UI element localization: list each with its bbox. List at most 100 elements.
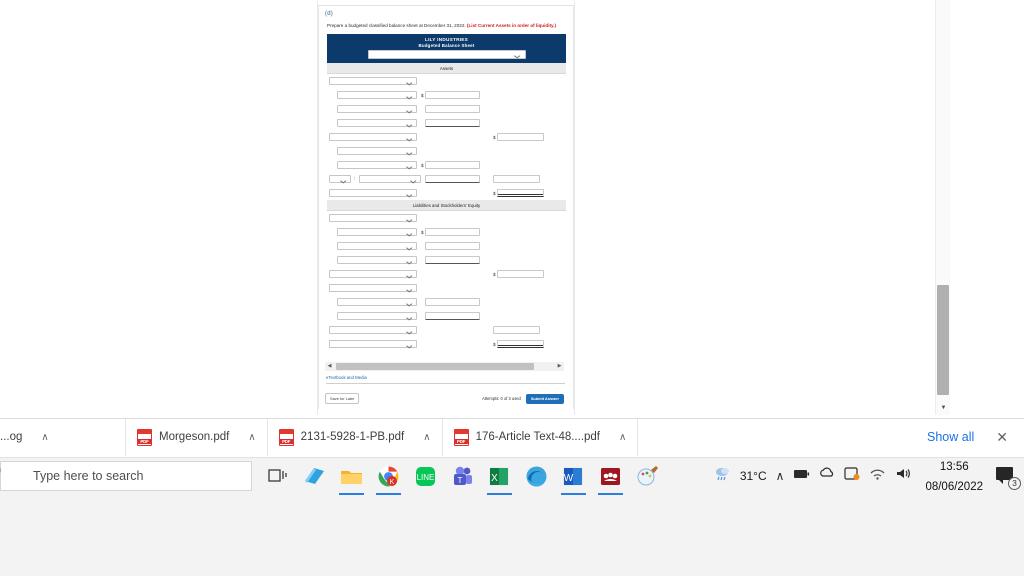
asset-amount-input[interactable] bbox=[425, 91, 480, 100]
total-liabilities-equity-input[interactable] bbox=[497, 340, 544, 349]
asset-account-select[interactable] bbox=[337, 104, 417, 113]
equity-amount-input[interactable] bbox=[425, 298, 480, 307]
sticky-notes-icon[interactable] bbox=[300, 462, 329, 491]
action-center-small-icon[interactable] bbox=[844, 466, 860, 486]
clock-time: 13:56 bbox=[939, 461, 969, 473]
equity-amount-input[interactable] bbox=[425, 312, 480, 321]
download-item[interactable]: 2131-5928-1-PB.pdf ∧ bbox=[268, 418, 443, 456]
microsoft-edge-icon[interactable] bbox=[522, 462, 551, 491]
submit-answer-button[interactable]: Submit Answer bbox=[525, 393, 564, 404]
close-downloads-bar-icon[interactable]: ✕ bbox=[986, 429, 1024, 446]
page-left-margin bbox=[0, 0, 318, 415]
total-assets-select[interactable] bbox=[329, 188, 417, 197]
svg-text:K: K bbox=[390, 479, 395, 486]
liability-amount-input[interactable] bbox=[425, 242, 480, 251]
vertical-scroll-thumb[interactable] bbox=[937, 285, 949, 395]
system-tray: 31°C ∧ 13:56 08/06/2022 3 bbox=[714, 458, 1024, 494]
question-instruction: Prepare a budgeted classified balance sh… bbox=[327, 23, 565, 29]
asset-amount-input[interactable] bbox=[425, 161, 480, 170]
page-right-margin bbox=[574, 0, 950, 415]
liability-amount-input[interactable] bbox=[425, 228, 480, 237]
wifi-icon[interactable] bbox=[869, 467, 886, 485]
table-horizontal-scrollbar[interactable]: ◀ ▶ bbox=[325, 362, 564, 371]
liability-amount-input[interactable] bbox=[425, 256, 480, 265]
download-item[interactable]: ...og ∧ bbox=[0, 418, 126, 456]
onedrive-icon[interactable] bbox=[819, 467, 835, 485]
microsoft-teams-icon[interactable]: T bbox=[448, 462, 477, 491]
liability-account-select[interactable] bbox=[337, 255, 417, 264]
equity-category-select[interactable] bbox=[329, 283, 417, 292]
microsoft-excel-icon[interactable]: X bbox=[485, 462, 514, 495]
question-card-footer: Save for Later Attempts: 0 of 3 used Sub… bbox=[325, 393, 564, 404]
asset-account-select[interactable] bbox=[337, 160, 417, 169]
scroll-left-icon[interactable]: ◀ bbox=[325, 364, 334, 369]
pdf-icon bbox=[453, 428, 469, 446]
total-equity-select[interactable] bbox=[329, 325, 417, 334]
weather-temperature[interactable]: 31°C bbox=[740, 469, 767, 483]
chevron-up-icon[interactable]: ∧ bbox=[423, 432, 430, 443]
chevron-up-icon[interactable]: ∧ bbox=[619, 432, 626, 443]
asset-account-select[interactable] bbox=[337, 146, 417, 155]
cortana-icon[interactable]: ◌ bbox=[0, 462, 2, 477]
browser-viewport: (d) Prepare a budgeted classified balanc… bbox=[0, 0, 964, 415]
paint-icon[interactable] bbox=[633, 462, 662, 491]
google-chrome-icon[interactable]: K bbox=[374, 462, 403, 495]
liability-account-select[interactable] bbox=[337, 227, 417, 236]
etextbook-link[interactable]: eTextbook and Media bbox=[326, 375, 565, 384]
file-explorer-icon[interactable] bbox=[337, 462, 366, 495]
total-liabilities-select[interactable] bbox=[329, 269, 417, 278]
total-liabilities-input[interactable] bbox=[497, 270, 544, 279]
asset-account-select[interactable] bbox=[337, 118, 417, 127]
weather-icon[interactable] bbox=[714, 466, 731, 486]
asset-amount-input[interactable] bbox=[425, 119, 480, 128]
instruction-text: Prepare a budgeted classified balance sh… bbox=[327, 23, 466, 28]
battery-icon[interactable] bbox=[793, 467, 810, 485]
search-input[interactable]: Type here to search bbox=[0, 461, 252, 491]
company-name: LILY INDUSTRIES bbox=[424, 37, 469, 43]
total-assets-input[interactable] bbox=[497, 189, 544, 198]
page-vertical-scrollbar[interactable]: ▼ bbox=[935, 0, 950, 415]
asset-amount-input[interactable] bbox=[425, 175, 480, 184]
pdf-icon bbox=[137, 428, 152, 446]
microsoft-word-icon[interactable]: W bbox=[559, 462, 588, 495]
action-center-icon[interactable]: 3 bbox=[996, 466, 1021, 490]
balance-sheet-date-select[interactable] bbox=[367, 50, 526, 60]
chrome-downloads-bar: ...og ∧ Morgeson.pdf ∧ 2131-5928-1-PB.pd… bbox=[0, 418, 1024, 456]
asset-amount-input[interactable] bbox=[425, 105, 480, 114]
asset-account-select[interactable] bbox=[337, 90, 417, 99]
download-file-name: 176-Article Text-48....pdf bbox=[475, 431, 600, 443]
table-row: $ bbox=[327, 186, 566, 200]
task-view-icon[interactable] bbox=[262, 462, 291, 491]
download-item[interactable]: 176-Article Text-48....pdf ∧ bbox=[443, 418, 639, 456]
mendeley-icon[interactable] bbox=[596, 462, 625, 495]
chevron-up-icon[interactable]: ∧ bbox=[41, 432, 48, 443]
download-item[interactable]: Morgeson.pdf ∧ bbox=[126, 418, 268, 456]
save-for-later-button[interactable]: Save for Later bbox=[325, 393, 360, 404]
line-messenger-icon[interactable]: LINE bbox=[411, 462, 440, 491]
show-hidden-icons-icon[interactable]: ∧ bbox=[776, 469, 785, 483]
total-equity-input[interactable] bbox=[493, 326, 540, 335]
speaker-icon[interactable] bbox=[895, 467, 912, 485]
scroll-track[interactable] bbox=[334, 363, 555, 370]
taskbar-clock[interactable]: 13:56 08/06/2022 bbox=[925, 456, 983, 496]
liability-account-select[interactable] bbox=[337, 241, 417, 250]
download-file-name: 2131-5928-1-PB.pdf bbox=[300, 431, 405, 443]
equity-account-select[interactable] bbox=[337, 311, 417, 320]
scroll-down-icon[interactable]: ▼ bbox=[936, 401, 951, 415]
download-file-name: Morgeson.pdf bbox=[159, 431, 230, 443]
scroll-thumb[interactable] bbox=[336, 363, 534, 370]
net-asset-input[interactable] bbox=[493, 175, 540, 184]
total-liabilities-equity-select[interactable] bbox=[329, 339, 417, 348]
total-current-assets-select[interactable] bbox=[329, 132, 417, 141]
accumulated-depreciation-select[interactable] bbox=[358, 175, 421, 184]
contra-account-prefix-select[interactable] bbox=[329, 175, 352, 184]
assets-category-select[interactable] bbox=[329, 76, 417, 85]
download-file-name: ...og bbox=[0, 431, 23, 443]
equity-account-select[interactable] bbox=[337, 297, 417, 306]
search-placeholder: Type here to search bbox=[33, 469, 144, 483]
chevron-up-icon[interactable]: ∧ bbox=[248, 432, 255, 443]
scroll-right-icon[interactable]: ▶ bbox=[555, 364, 564, 369]
liability-category-select[interactable] bbox=[329, 213, 417, 222]
total-current-assets-input[interactable] bbox=[497, 133, 544, 142]
show-all-downloads-button[interactable]: Show all bbox=[915, 424, 986, 450]
